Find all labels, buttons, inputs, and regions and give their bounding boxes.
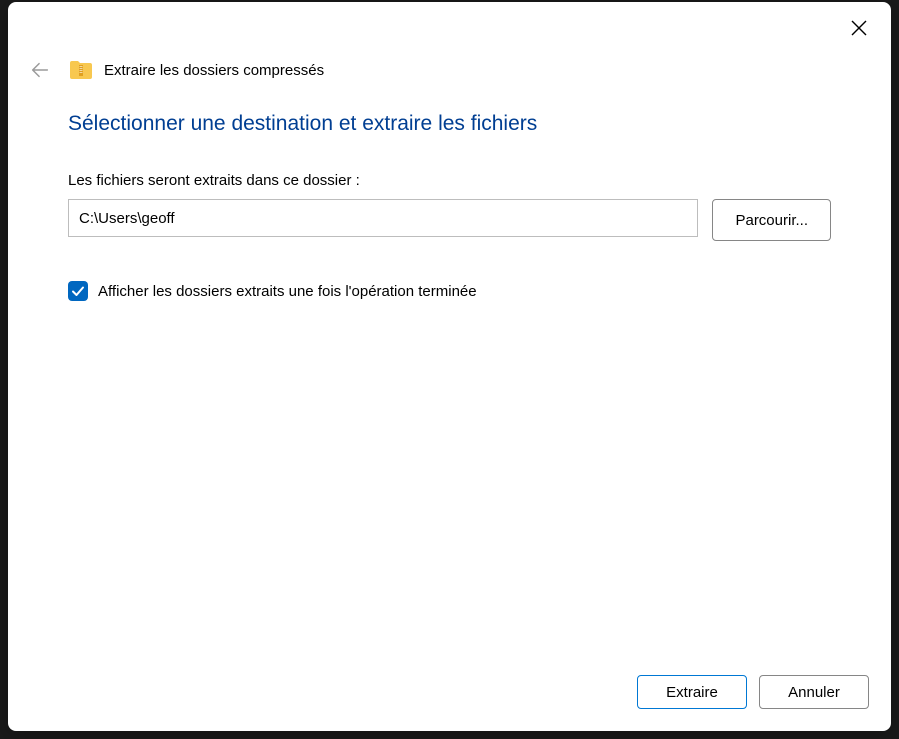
main-heading: Sélectionner une destination et extraire… xyxy=(68,112,831,136)
dialog-title: Extraire les dossiers compressés xyxy=(104,62,324,79)
arrow-left-icon xyxy=(29,59,51,81)
close-button[interactable] xyxy=(843,12,875,44)
back-button[interactable] xyxy=(28,58,52,82)
destination-path-input[interactable] xyxy=(68,199,698,237)
browse-button[interactable]: Parcourir... xyxy=(712,199,831,241)
show-extracted-checkbox[interactable] xyxy=(68,281,88,301)
show-extracted-row: Afficher les dossiers extraits une fois … xyxy=(68,281,831,301)
dialog-content: Sélectionner une destination et extraire… xyxy=(8,82,891,657)
dialog-header: Extraire les dossiers compressés xyxy=(8,44,891,82)
path-row: Parcourir... xyxy=(68,199,831,241)
show-extracted-label[interactable]: Afficher les dossiers extraits une fois … xyxy=(98,283,477,300)
instruction-text: Les fichiers seront extraits dans ce dos… xyxy=(68,172,831,189)
extract-dialog: Extraire les dossiers compressés Sélecti… xyxy=(8,2,891,731)
checkmark-icon xyxy=(71,284,85,298)
zip-folder-icon xyxy=(70,61,92,79)
cancel-button[interactable]: Annuler xyxy=(759,675,869,709)
close-icon xyxy=(851,20,867,36)
extract-button[interactable]: Extraire xyxy=(637,675,747,709)
dialog-footer: Extraire Annuler xyxy=(8,657,891,731)
